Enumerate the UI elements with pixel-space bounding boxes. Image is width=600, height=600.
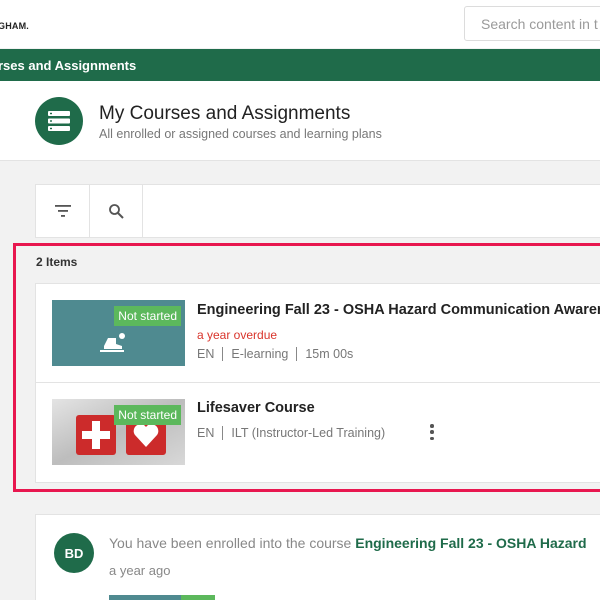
list-stack-icon bbox=[35, 97, 83, 145]
breadcrumb-bar: rses and Assignments bbox=[0, 49, 600, 81]
avatar: BD bbox=[54, 533, 94, 573]
page-header: My Courses and Assignments All enrolled … bbox=[0, 81, 600, 161]
breadcrumb[interactable]: rses and Assignments bbox=[0, 58, 136, 73]
top-bar: GHAM. bbox=[0, 0, 600, 48]
course-thumbnail: Not started bbox=[52, 399, 185, 465]
course-title[interactable]: Engineering Fall 23 - OSHA Hazard Commun… bbox=[197, 302, 600, 318]
activity-message: You have been enrolled into the course E… bbox=[109, 535, 587, 551]
filter-icon bbox=[54, 205, 71, 217]
activity-card: BD You have been enrolled into the cours… bbox=[35, 514, 600, 600]
search-icon bbox=[108, 204, 124, 219]
list-toolbar bbox=[35, 184, 600, 238]
activity-timestamp: a year ago bbox=[109, 563, 171, 578]
activity-course-link[interactable]: Engineering Fall 23 - OSHA Hazard bbox=[355, 535, 586, 551]
course-type: E-learning bbox=[222, 347, 296, 361]
course-language: EN bbox=[197, 426, 215, 440]
list-item[interactable]: Not started Engineering Fall 23 - OSHA H… bbox=[36, 284, 600, 383]
items-count: 2 Items bbox=[36, 255, 78, 269]
search-button[interactable] bbox=[89, 185, 143, 237]
activity-status-badge bbox=[181, 595, 215, 600]
course-list: Not started Engineering Fall 23 - OSHA H… bbox=[35, 283, 600, 483]
course-duration: 15m 00s bbox=[296, 347, 361, 361]
brand-logo[interactable]: GHAM. bbox=[0, 21, 29, 31]
filter-button[interactable] bbox=[36, 185, 90, 237]
global-search-input[interactable] bbox=[465, 7, 600, 40]
course-type: ILT (Instructor-Led Training) bbox=[222, 426, 393, 440]
course-meta: EN E-learning 15m 00s bbox=[197, 347, 361, 361]
course-thumbnail: Not started bbox=[52, 300, 185, 366]
course-title[interactable]: Lifesaver Course bbox=[197, 400, 315, 416]
activity-text: You have been enrolled into the course bbox=[109, 535, 356, 551]
global-search-box[interactable] bbox=[464, 6, 600, 41]
more-options-icon[interactable] bbox=[424, 422, 440, 442]
status-badge: Not started bbox=[114, 405, 181, 425]
due-status: a year overdue bbox=[197, 328, 278, 342]
course-language: EN bbox=[197, 347, 215, 361]
page-title: My Courses and Assignments bbox=[99, 103, 351, 124]
list-item[interactable]: Not started Lifesaver Course EN ILT (Ins… bbox=[36, 383, 600, 482]
page-subtitle: All enrolled or assigned courses and lea… bbox=[99, 127, 382, 141]
course-meta: EN ILT (Instructor-Led Training) bbox=[197, 426, 393, 440]
status-badge: Not started bbox=[114, 306, 181, 326]
